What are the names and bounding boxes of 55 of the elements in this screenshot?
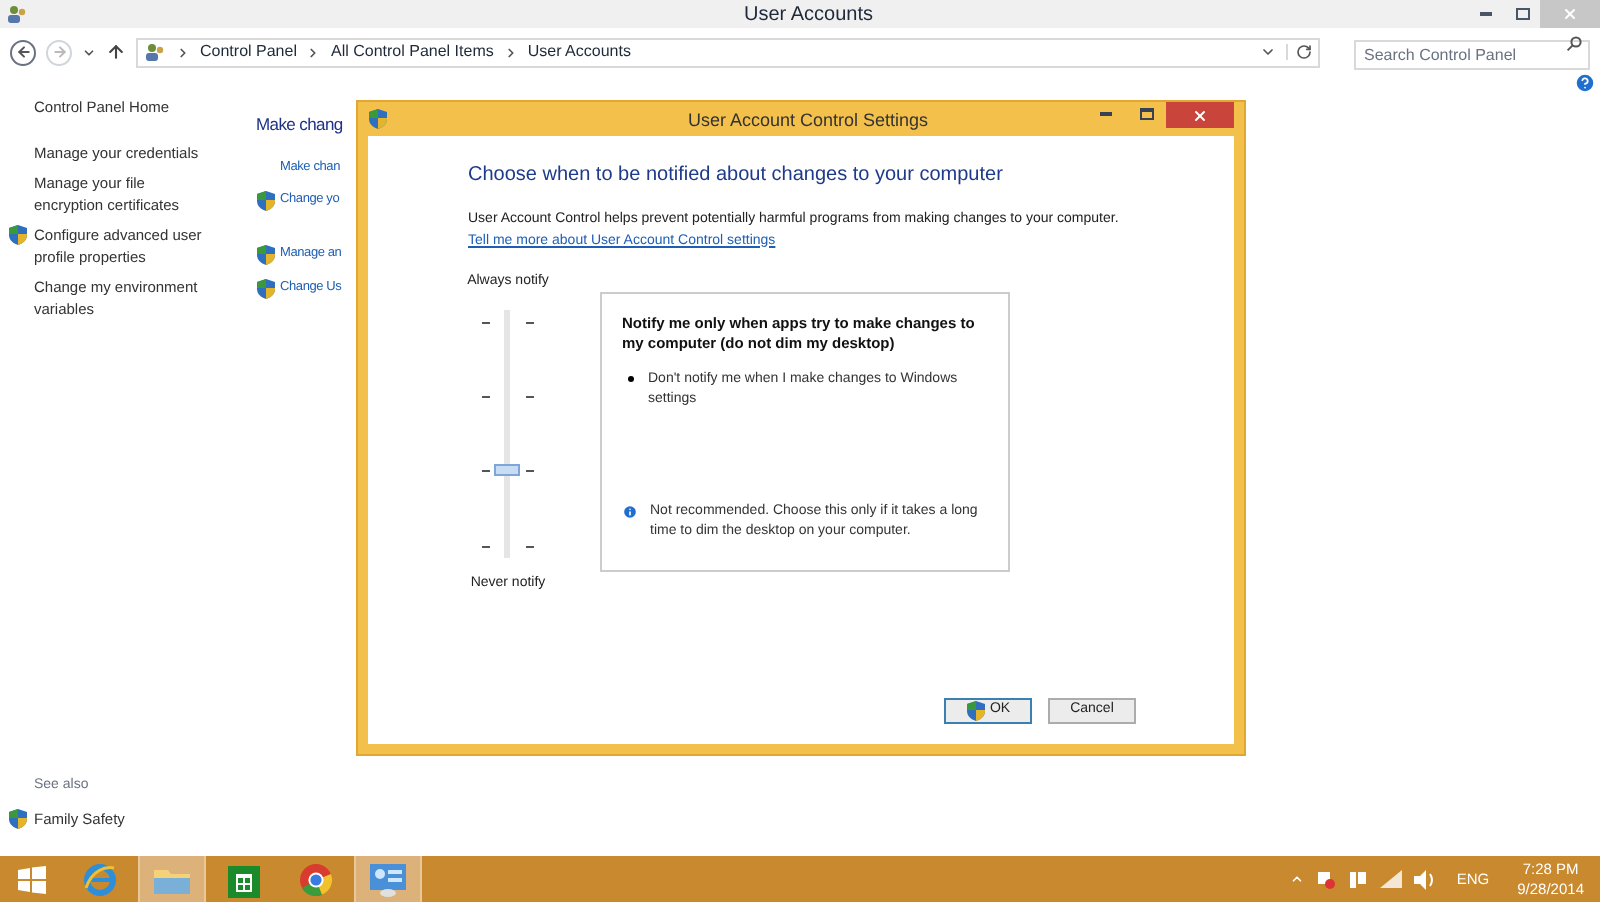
search-field[interactable]: Search Control Panel [1354,40,1590,70]
shield-icon [256,189,276,211]
shield-icon [368,108,388,130]
chrome-ball-icon [298,861,334,897]
tick-mark [526,395,534,398]
close-icon [1562,6,1578,22]
tick-mark [482,470,490,473]
up-button[interactable] [106,42,126,62]
store-bag-icon [228,861,260,897]
dropdown-caret-icon[interactable] [1260,44,1276,60]
shield-icon [8,807,28,830]
page-heading: Make chang [256,112,343,138]
dialog-heading: Choose when to be notified about changes to your computer [468,162,1005,190]
breadcrumb-separator-icon [306,45,321,59]
flag-icon[interactable] [1316,869,1337,889]
signal-icon[interactable] [1380,870,1403,888]
tick-mark [526,470,534,473]
breadcrumb-item[interactable]: All Control Panel Items [330,40,494,64]
speaker-icon[interactable] [1414,869,1437,889]
search-icon [1566,36,1582,52]
slider-thumb[interactable] [494,464,520,477]
breadcrumb-item[interactable]: User Accounts [527,40,631,64]
shield-icon [965,700,986,722]
forward-arrow-icon [51,44,67,60]
shield-icon [8,224,28,246]
browser-e-icon [82,861,118,897]
address-bar[interactable]: Control Panel All Control Panel Items User Accounts [136,37,1320,67]
back-button[interactable] [10,39,36,65]
history-dropdown-icon[interactable] [82,45,96,59]
tick-mark [482,321,490,323]
close-icon [1192,107,1208,123]
refresh-icon[interactable] [1296,44,1312,60]
bullet-icon [628,376,634,382]
breadcrumb-separator-icon [503,45,518,59]
breadcrumb-item[interactable]: Control Panel [200,40,297,64]
back-arrow-icon [15,44,31,60]
windows-logo-icon [18,865,46,893]
control-panel-icon [368,861,408,897]
tick-mark [526,545,534,547]
tick-mark [526,321,534,323]
window-title: User Accounts [744,2,873,30]
users-icon [6,4,28,24]
breadcrumb-separator-icon [176,45,190,59]
help-icon[interactable] [1574,72,1596,94]
info-icon [622,504,638,520]
tick-mark [482,545,490,547]
shield-icon [256,243,276,265]
tick-mark [482,395,490,398]
taskbar-app-button[interactable] [354,856,422,902]
users-icon [144,42,166,62]
dialog-title: User Account Control Settings [688,108,929,134]
show-hidden-icons-icon[interactable] [1290,872,1305,886]
shield-icon [256,277,276,299]
close-button[interactable] [1166,102,1234,128]
network-icon[interactable] [1348,869,1369,889]
